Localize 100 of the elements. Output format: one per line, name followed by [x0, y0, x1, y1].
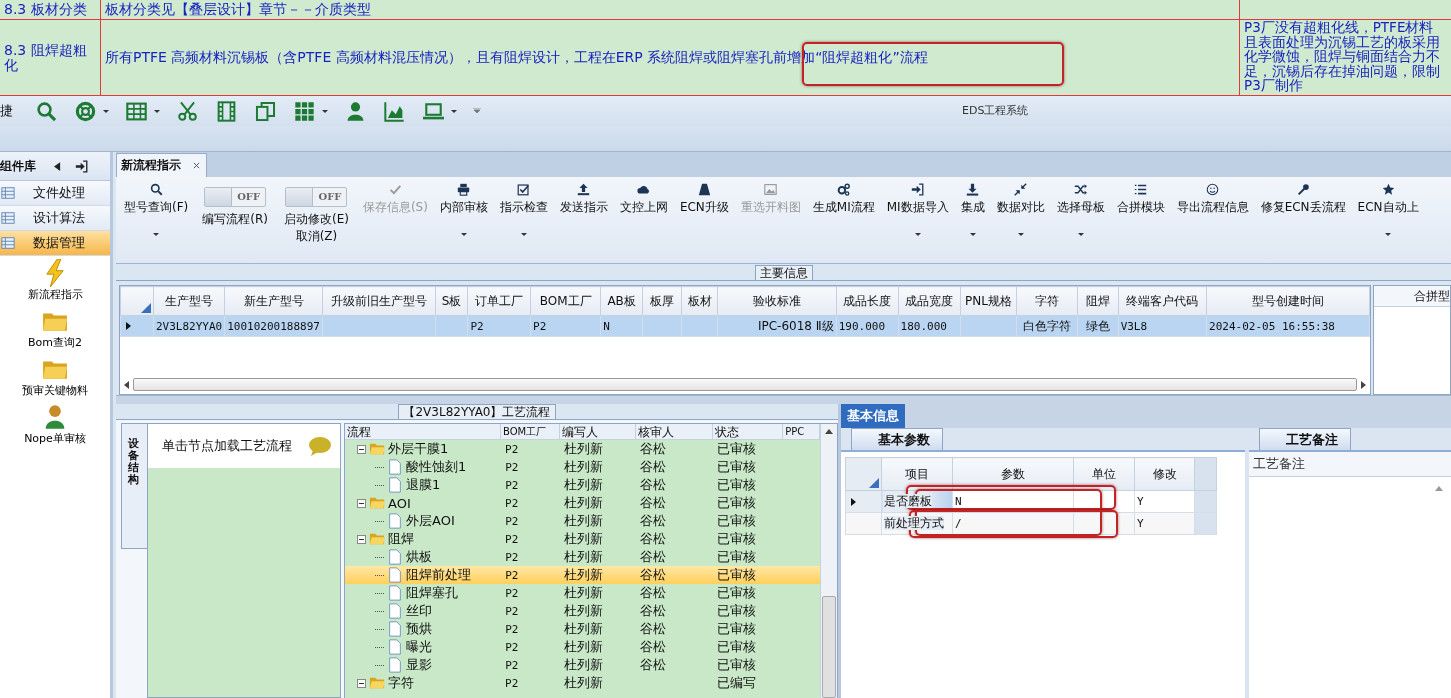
table-icon[interactable] — [126, 100, 147, 122]
collapse-icon[interactable] — [357, 678, 366, 688]
column-header[interactable]: 阻焊 — [1077, 286, 1119, 316]
caret-icon[interactable] — [451, 109, 457, 113]
panel-tab[interactable]: 基本信息 — [841, 404, 905, 428]
shortcut-button[interactable]: Nope单审核 — [24, 400, 86, 448]
table-row[interactable]: 2V3L82YYA0 10010200188897 P2 P2 N IPC-6018 Ⅱ级 190.000 180.000 白色字符 绿色 V3L8 2024-02-05 16:55:38 — [120, 315, 1370, 337]
tree-row[interactable]: 字符 P2 杜列新 已编写 — [345, 674, 820, 692]
toolbar-button[interactable]: 导出流程信息 — [1170, 177, 1255, 257]
caret-icon[interactable] — [322, 109, 328, 113]
sidebar-item[interactable]: 文件处理 — [0, 181, 110, 206]
column-header[interactable]: 成品宽度 — [898, 286, 961, 316]
table-row[interactable]: 是否磨板 N Y — [845, 490, 1217, 513]
tree-row[interactable]: 外层干膜1 P2 杜列新 谷松 已审核 — [345, 440, 820, 458]
toggle-switch[interactable]: OFF — [285, 187, 348, 207]
tree-row[interactable]: 曝光 P2 杜列新 谷松 已审核 — [345, 638, 820, 656]
caret-icon[interactable] — [154, 109, 160, 113]
exit-icon[interactable] — [75, 159, 88, 173]
column-header[interactable]: 成品长度 — [836, 286, 899, 316]
collapse-icon[interactable] — [357, 534, 366, 544]
copy-icon[interactable] — [255, 100, 276, 122]
toolbar-button[interactable]: ECN自动上 — [1351, 177, 1425, 257]
column-header[interactable]: 验收标准 — [717, 286, 837, 316]
panel-tab[interactable]: 工艺备注 — [1259, 428, 1351, 450]
toolbar-button[interactable]: 文控上网 — [613, 177, 674, 257]
column-header[interactable]: 终端客户代码 — [1118, 286, 1207, 316]
column-header[interactable]: 板厚 — [642, 286, 682, 316]
caret-icon[interactable] — [103, 109, 109, 113]
grid-icon[interactable] — [294, 100, 315, 122]
toolbar-button[interactable]: MI数据导入 — [880, 177, 955, 257]
column-header[interactable]: 工艺备注 — [1249, 452, 1451, 477]
film-icon[interactable] — [216, 100, 237, 122]
tree-row[interactable]: 阻焊前处理 P2 杜列新 谷松 已审核 — [345, 566, 820, 584]
shortcut-button[interactable]: Bom查询2 — [28, 304, 82, 352]
toolbar-button[interactable]: 指示检查 — [493, 177, 554, 257]
tree-row[interactable]: 外层AOI P2 杜列新 谷松 已审核 — [345, 512, 820, 530]
lifebuoy-icon[interactable] — [75, 100, 96, 122]
table-row[interactable]: 前处理方式 / Y — [845, 512, 1217, 535]
column-header[interactable]: 流程 — [345, 424, 501, 439]
column-header[interactable]: 订单工厂 — [467, 286, 531, 316]
collapse-icon[interactable] — [54, 161, 61, 171]
tree-row[interactable]: 阻焊塞孔 P2 杜列新 谷松 已审核 — [345, 584, 820, 602]
scroll-up-icon[interactable] — [825, 429, 833, 434]
tree-row[interactable]: 酸性蚀刻1 P2 杜列新 谷松 已审核 — [345, 458, 820, 476]
toolbar-button[interactable]: 生成MI流程 — [806, 177, 881, 257]
column-header[interactable]: 板材 — [681, 286, 718, 316]
horizontal-scrollbar[interactable] — [124, 377, 1366, 392]
toolbar-button[interactable]: 型号查询(F) — [118, 177, 195, 257]
sidebar-item[interactable]: 数据管理 — [0, 231, 110, 256]
toolbar-button[interactable]: 发送指示 — [553, 177, 614, 257]
toolbar-button[interactable]: 修复ECN丢流程 — [1254, 177, 1352, 257]
column-header[interactable]: 合拼型 — [1374, 286, 1450, 307]
collapse-icon[interactable] — [357, 444, 366, 454]
toolbar-button[interactable]: 内部审核 — [433, 177, 494, 257]
column-header[interactable]: S板 — [435, 286, 468, 316]
column-header[interactable]: 新生产型号 — [224, 286, 323, 316]
close-icon[interactable] — [193, 162, 200, 169]
toolbar-button[interactable]: 集成 — [954, 177, 991, 257]
scissors-icon[interactable] — [177, 100, 198, 122]
scroll-right-icon[interactable] — [1361, 380, 1366, 389]
document-tab[interactable]: 新流程指示 — [116, 153, 207, 177]
column-header[interactable]: 生产型号 — [153, 286, 225, 316]
column-header[interactable]: PNL规格 — [960, 286, 1017, 316]
column-header[interactable]: 升级前旧生产型号 — [322, 286, 436, 316]
collapse-icon[interactable] — [357, 498, 366, 508]
column-header[interactable]: 状态 — [712, 424, 784, 439]
column-header[interactable]: 项目 — [881, 457, 953, 491]
column-header[interactable]: 单位 — [1073, 457, 1135, 491]
area-chart-icon[interactable] — [384, 100, 405, 122]
tree-row[interactable]: 阻焊 P2 杜列新 谷松 已审核 — [345, 530, 820, 548]
column-header[interactable]: BOM工厂 — [530, 286, 601, 316]
column-header[interactable]: AB板 — [600, 286, 643, 316]
tree-row[interactable]: 丝印 P2 杜列新 谷松 已审核 — [345, 602, 820, 620]
column-header[interactable]: BOM工厂 — [501, 424, 560, 439]
vertical-scrollbar[interactable] — [820, 424, 837, 698]
toolbar-button[interactable]: ECN升级 — [673, 177, 735, 257]
tree-row[interactable]: AOI P2 杜列新 谷松 已审核 — [345, 494, 820, 512]
toolbar-button[interactable]: 选择母板 — [1050, 177, 1111, 257]
sidebar-item[interactable]: 设计算法 — [0, 206, 110, 231]
shortcut-button[interactable]: 新流程指示 — [27, 256, 83, 304]
column-header[interactable]: 字符 — [1016, 286, 1078, 316]
laptop-icon[interactable] — [423, 100, 444, 122]
panel-tab[interactable]: 基本参数 — [851, 428, 943, 450]
search-icon[interactable] — [36, 100, 57, 122]
person-icon[interactable] — [345, 100, 366, 122]
tree-row[interactable]: 预烘 P2 杜列新 谷松 已审核 — [345, 620, 820, 638]
toolbar-button[interactable]: 合拼模块 — [1110, 177, 1171, 257]
column-header[interactable]: 核审人 — [636, 424, 713, 439]
scroll-left-icon[interactable] — [124, 380, 129, 389]
toggle-switch[interactable]: OFF — [204, 187, 267, 207]
tree-row[interactable]: 退膜1 P2 杜列新 谷松 已审核 — [345, 476, 820, 494]
shortcut-button[interactable]: 预审关键物料 — [22, 352, 88, 400]
column-header[interactable]: 修改 — [1134, 457, 1195, 491]
column-header[interactable]: 编写人 — [559, 424, 637, 439]
toolbar-button[interactable]: 数据对比 — [990, 177, 1051, 257]
tree-row[interactable]: 烘板 P2 杜列新 谷松 已审核 — [345, 548, 820, 566]
customize-icon[interactable] — [473, 108, 481, 114]
tree-row[interactable]: 显影 P2 杜列新 谷松 已审核 — [345, 656, 820, 674]
vertical-tab[interactable]: 设备结构 — [121, 423, 147, 549]
column-header[interactable]: 型号创建时间 — [1206, 286, 1370, 316]
